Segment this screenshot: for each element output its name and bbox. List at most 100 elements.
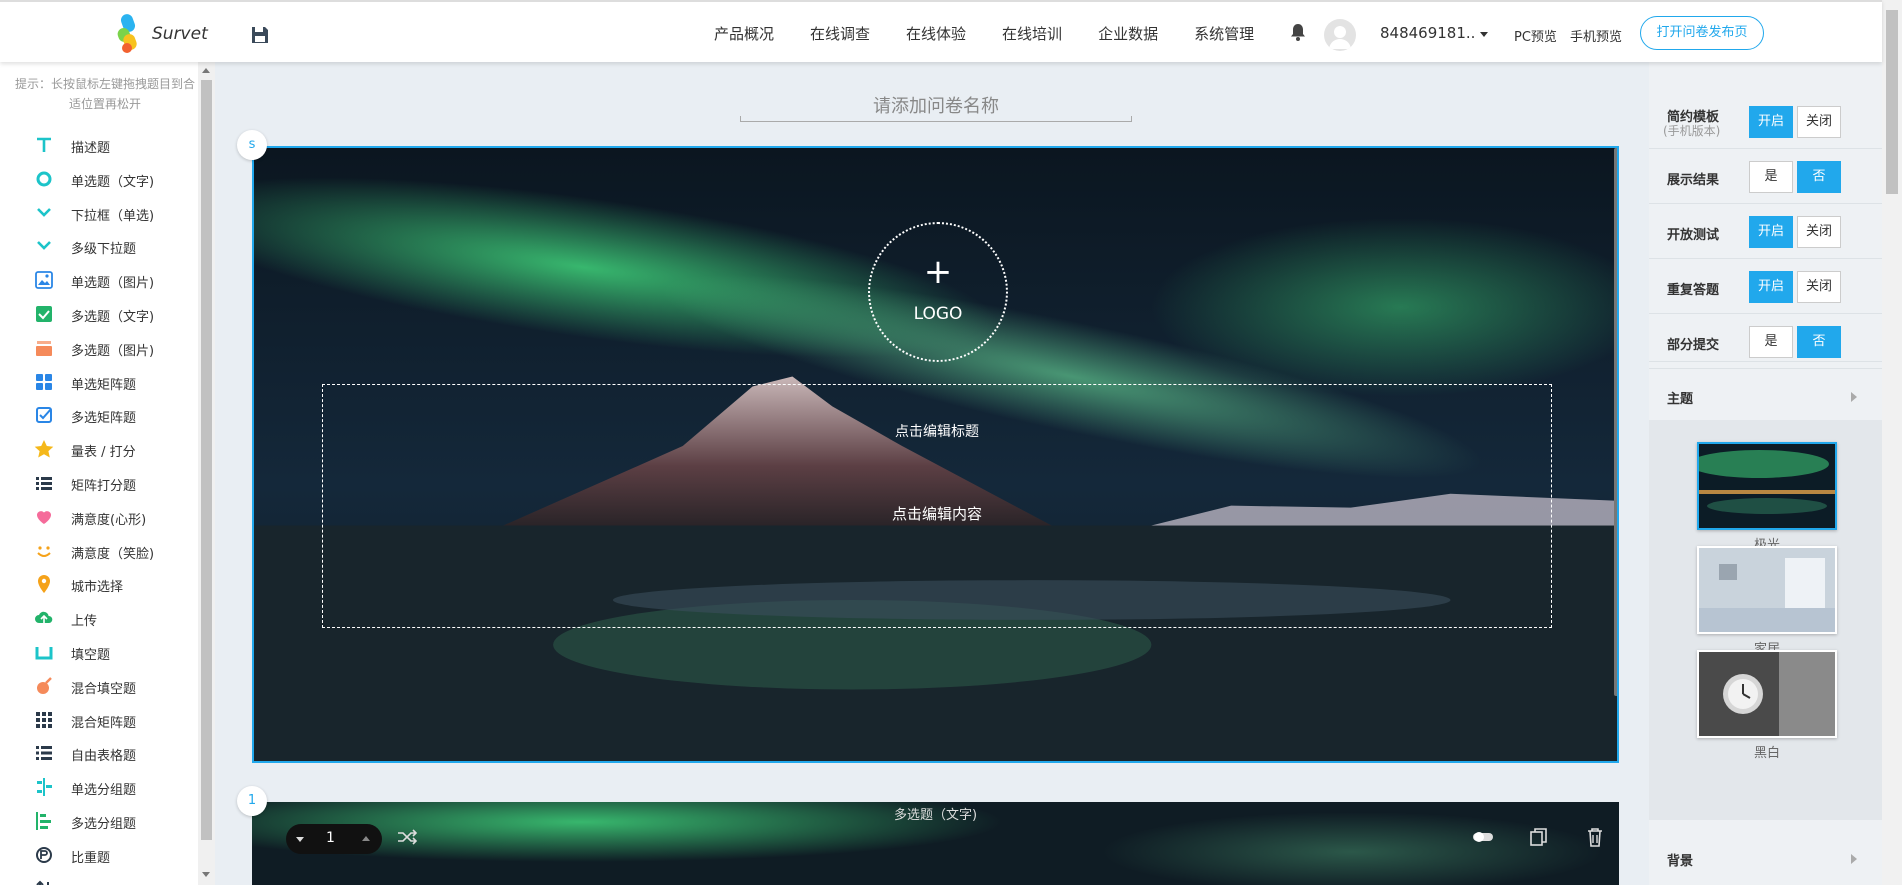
theme-aurora-thumbnail[interactable] [1697, 442, 1837, 530]
table-icon [36, 746, 52, 761]
question-type-item[interactable]: 多选分组题 [0, 804, 198, 838]
question-type-label: 比重题 [71, 850, 111, 866]
image-icon [35, 271, 53, 290]
question-type-item[interactable]: 下拉框（单选) [0, 196, 198, 230]
setting-option-a-button[interactable]: 开启 [1749, 106, 1793, 138]
brand-name: Survet [152, 24, 208, 44]
question-type-label: 填空题 [71, 647, 111, 663]
nav-enterprise-data[interactable]: 企业数据 [1098, 23, 1158, 44]
question-type-item[interactable]: 单选分组题 [0, 770, 198, 804]
question-type-label: 自由表格题 [71, 749, 137, 765]
question-type-item[interactable]: 满意度(心形) [0, 500, 198, 534]
nav-online-survey[interactable]: 在线调查 [810, 23, 870, 44]
question-type-item[interactable]: 填空题 [0, 635, 198, 669]
cover-page[interactable]: + LOGO 点击编辑标题 点击编辑内容 [252, 146, 1619, 763]
location-icon [38, 575, 50, 594]
setting-row: 简约模板 (手机版本) 开启 关闭 [1649, 94, 1882, 149]
question-type-item[interactable]: 多选题（图片) [0, 331, 198, 365]
question-type-item[interactable]: 上传 [0, 601, 198, 635]
setting-option-a-button[interactable]: 是 [1749, 326, 1793, 358]
question-type-item[interactable]: 多选题（文字) [0, 297, 198, 331]
increment-icon[interactable] [362, 836, 370, 841]
theme-bw-thumbnail[interactable] [1697, 650, 1837, 738]
shuffle-icon[interactable] [396, 826, 418, 848]
theme-home-thumbnail[interactable] [1697, 546, 1837, 634]
question-type-item[interactable]: 混合填空题 [0, 669, 198, 703]
edit-content-text[interactable]: 点击编辑内容 [323, 503, 1551, 524]
question-type-item[interactable]: 矩阵打分题 [0, 466, 198, 500]
question-type-label: 单选分组题 [71, 783, 137, 799]
question-type-item[interactable]: 多选矩阵题 [0, 398, 198, 432]
background-section-header[interactable]: 背景 [1649, 838, 1882, 878]
question-type-item[interactable]: 城市选择 [0, 567, 198, 601]
question-type-item[interactable]: 单选矩阵题 [0, 365, 198, 399]
setting-option-b-button[interactable]: 否 [1797, 161, 1841, 193]
survey-title-input[interactable]: 请添加问卷名称 [740, 92, 1132, 122]
setting-option-b-button[interactable]: 关闭 [1797, 216, 1841, 248]
scroll-down-icon[interactable] [202, 872, 210, 877]
chevron-right-icon [1851, 392, 1857, 402]
question-type-label: 混合矩阵题 [71, 715, 137, 731]
logo-upload-area[interactable]: + LOGO [868, 222, 1008, 362]
question-type-item[interactable]: 量表 / 打分 [0, 432, 198, 466]
user-menu-caret-icon[interactable] [1480, 32, 1488, 37]
sidebar-scroll-thumb[interactable] [201, 80, 212, 840]
cover-badge: s [237, 130, 267, 160]
question-type-item[interactable]: 多级下拉题 [0, 229, 198, 263]
question-type-sidebar: 提示：长按鼠标左键拖拽题目到合适位置再松开 描述题 单选题（文字) 下拉框（单选) 多… [0, 62, 215, 885]
question-type-item[interactable]: 自由表格题 [0, 736, 198, 770]
survet-logo-icon [117, 14, 137, 53]
question-type-item[interactable]: 比重题 [0, 838, 198, 872]
cover-scrollbar[interactable] [1614, 148, 1617, 696]
setting-option-b-button[interactable]: 关闭 [1797, 106, 1841, 138]
question-type-label: 多选题（文字) [71, 309, 155, 325]
question-type-item[interactable]: 单选题（文字) [0, 162, 198, 196]
setting-option-a-button[interactable]: 开启 [1749, 271, 1793, 303]
question-type-label: 多选矩阵题 [71, 411, 137, 427]
question-card[interactable]: 多选题（文字) 1 [252, 802, 1619, 885]
nav-product-overview[interactable]: 产品概况 [714, 23, 774, 44]
theme-section-header[interactable]: 主题 [1649, 376, 1882, 416]
question-type-label: 满意度（笑脸) [71, 546, 155, 562]
nav-online-training[interactable]: 在线培训 [1002, 23, 1062, 44]
page-scroll-thumb[interactable] [1886, 10, 1898, 194]
question-type-item[interactable]: 单选题（图片) [0, 263, 198, 297]
question-type-label: 多选题（文字) [893, 808, 978, 823]
plus-icon: + [923, 252, 953, 292]
delete-icon[interactable] [1584, 826, 1606, 848]
question-type-item[interactable]: 排序题 [0, 872, 198, 885]
setting-option-b-button[interactable]: 否 [1797, 326, 1841, 358]
nav-system-management[interactable]: 系统管理 [1194, 23, 1254, 44]
pc-preview-link[interactable]: PC预览 [1514, 26, 1557, 45]
setting-label: 重复答题 [1667, 283, 1720, 298]
open-publish-page-button[interactable]: 打开问卷发布页 [1640, 16, 1764, 50]
question-type-item[interactable]: 满意度（笑脸) [0, 534, 198, 568]
avatar[interactable] [1324, 19, 1356, 51]
setting-option-b-button[interactable]: 关闭 [1797, 271, 1841, 303]
setting-option-a-button[interactable]: 开启 [1749, 216, 1793, 248]
bell-icon[interactable] [1290, 23, 1306, 41]
setting-sublabel: (手机版本) [1663, 124, 1721, 138]
setting-option-a-button[interactable]: 是 [1749, 161, 1793, 193]
mobile-preview-link[interactable]: 手机预览 [1570, 26, 1622, 45]
decrement-icon[interactable] [296, 837, 304, 842]
background-section-label: 背景 [1667, 854, 1694, 869]
fill-blank-icon [35, 646, 53, 660]
scroll-up-icon[interactable] [202, 68, 210, 73]
toggle-icon[interactable] [1472, 826, 1494, 848]
question-type-item[interactable]: 描述题 [0, 128, 198, 162]
upload-icon [35, 611, 53, 624]
ratio-icon [36, 846, 52, 863]
nav-online-experience[interactable]: 在线体验 [906, 23, 966, 44]
edit-title-text[interactable]: 点击编辑标题 [323, 421, 1551, 441]
copy-icon[interactable] [1528, 826, 1550, 848]
setting-row: 展示结果 是否 [1649, 149, 1882, 204]
username[interactable]: 848469181.. [1380, 24, 1475, 42]
question-type-item[interactable]: 混合矩阵题 [0, 703, 198, 737]
question-position-stepper[interactable]: 1 [286, 824, 382, 854]
save-icon[interactable] [250, 25, 270, 45]
question-position-value[interactable]: 1 [326, 830, 335, 846]
cover-edit-area[interactable]: 点击编辑标题 点击编辑内容 [322, 384, 1552, 628]
chevron-right-icon [1851, 854, 1857, 864]
logo-label: LOGO [913, 304, 963, 324]
